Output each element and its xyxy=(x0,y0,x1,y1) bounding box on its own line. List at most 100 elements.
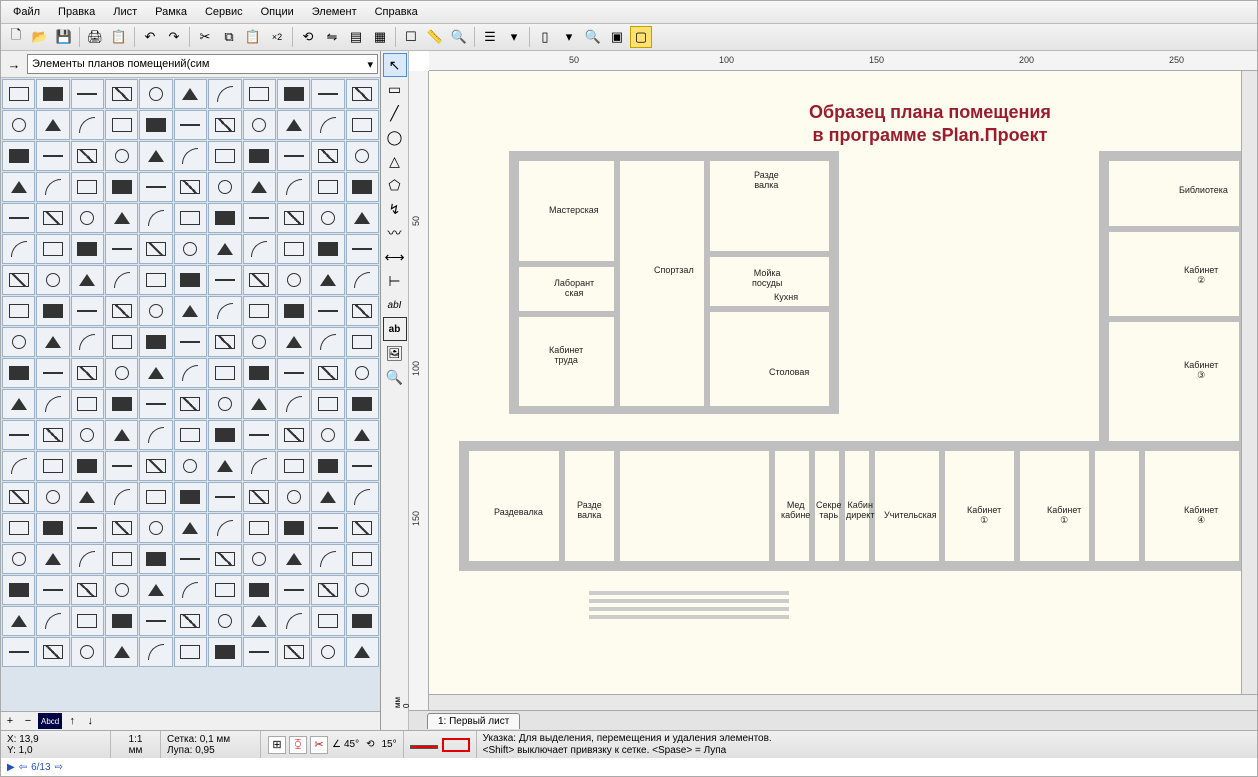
library-symbol[interactable] xyxy=(139,234,172,264)
cut-icon[interactable]: ✂ xyxy=(194,26,216,48)
library-symbol[interactable] xyxy=(208,420,241,450)
library-symbol[interactable] xyxy=(174,358,207,388)
library-symbol[interactable] xyxy=(346,296,379,326)
library-symbol[interactable] xyxy=(208,606,241,636)
library-symbol[interactable] xyxy=(346,451,379,481)
menu-frame[interactable]: Рамка xyxy=(147,3,195,21)
library-symbol[interactable] xyxy=(208,327,241,357)
library-symbol[interactable] xyxy=(311,606,344,636)
library-symbol[interactable] xyxy=(346,79,379,109)
redo-icon[interactable]: ↷ xyxy=(163,26,185,48)
library-symbol[interactable] xyxy=(36,606,69,636)
library-symbol[interactable] xyxy=(346,513,379,543)
ellipse-tool-icon[interactable]: ◯ xyxy=(383,125,407,149)
library-symbol[interactable] xyxy=(36,110,69,140)
library-symbol[interactable] xyxy=(208,544,241,574)
zoom-tool-icon[interactable]: 🔍 xyxy=(383,365,407,389)
library-symbol[interactable] xyxy=(174,265,207,295)
library-symbol[interactable] xyxy=(277,265,310,295)
library-symbol[interactable] xyxy=(311,482,344,512)
library-symbol[interactable] xyxy=(243,203,276,233)
library-symbol[interactable] xyxy=(2,141,35,171)
library-symbol[interactable] xyxy=(71,575,104,605)
library-symbol[interactable] xyxy=(71,637,104,667)
menu-help[interactable]: Справка xyxy=(367,3,426,21)
library-symbol[interactable] xyxy=(174,575,207,605)
library-symbol[interactable] xyxy=(2,296,35,326)
library-symbol[interactable] xyxy=(277,79,310,109)
fill-color-swatch[interactable] xyxy=(442,738,470,752)
library-symbol[interactable] xyxy=(311,575,344,605)
library-symbol[interactable] xyxy=(311,296,344,326)
drawing-canvas[interactable]: Образец плана помещения в программе sPla… xyxy=(429,71,1257,710)
library-symbol[interactable] xyxy=(243,172,276,202)
library-symbol[interactable] xyxy=(36,141,69,171)
library-symbol[interactable] xyxy=(277,172,310,202)
library-symbol[interactable] xyxy=(277,358,310,388)
library-symbol[interactable] xyxy=(36,172,69,202)
library-symbol[interactable] xyxy=(105,482,138,512)
library-symbol[interactable] xyxy=(277,327,310,357)
dup-icon[interactable]: ×2 xyxy=(266,26,288,48)
library-symbol[interactable] xyxy=(346,544,379,574)
library-symbol[interactable] xyxy=(243,110,276,140)
page-icon[interactable]: ▯ xyxy=(534,26,556,48)
bezier-tool-icon[interactable]: 〰 xyxy=(383,221,407,245)
text-ab-icon[interactable]: ab xyxy=(383,317,407,341)
library-symbol[interactable] xyxy=(346,110,379,140)
library-symbol[interactable] xyxy=(277,420,310,450)
library-symbol[interactable] xyxy=(105,141,138,171)
library-symbol[interactable] xyxy=(277,203,310,233)
library-symbol[interactable] xyxy=(277,110,310,140)
library-symbol[interactable] xyxy=(71,141,104,171)
library-symbol[interactable] xyxy=(71,172,104,202)
library-symbol[interactable] xyxy=(208,265,241,295)
library-symbol[interactable] xyxy=(243,265,276,295)
library-symbol[interactable] xyxy=(277,296,310,326)
lib-up-icon[interactable]: ↑ xyxy=(64,713,80,729)
print-icon[interactable]: 🖨 xyxy=(84,26,106,48)
library-symbol[interactable] xyxy=(2,358,35,388)
library-symbol[interactable] xyxy=(208,358,241,388)
library-symbol[interactable] xyxy=(311,141,344,171)
library-symbol[interactable] xyxy=(208,482,241,512)
library-symbol[interactable] xyxy=(2,544,35,574)
mirror-icon[interactable]: ⇋ xyxy=(321,26,343,48)
library-symbol[interactable] xyxy=(208,296,241,326)
library-symbol[interactable] xyxy=(139,265,172,295)
library-symbol[interactable] xyxy=(346,389,379,419)
library-symbol[interactable] xyxy=(105,575,138,605)
library-symbol[interactable] xyxy=(174,606,207,636)
library-symbol[interactable] xyxy=(208,79,241,109)
library-symbol[interactable] xyxy=(208,637,241,667)
library-symbol[interactable] xyxy=(2,203,35,233)
menu-edit[interactable]: Правка xyxy=(50,3,103,21)
menu-element[interactable]: Элемент xyxy=(304,3,365,21)
magnify-icon[interactable]: 🔍 xyxy=(582,26,604,48)
library-symbol[interactable] xyxy=(139,420,172,450)
library-symbol[interactable] xyxy=(105,637,138,667)
library-symbol[interactable] xyxy=(174,637,207,667)
library-symbol[interactable] xyxy=(174,513,207,543)
library-symbol[interactable] xyxy=(71,265,104,295)
library-symbol[interactable] xyxy=(174,420,207,450)
library-combo[interactable]: Элементы планов помещений(сим ▾ xyxy=(27,54,378,74)
library-symbol[interactable] xyxy=(2,172,35,202)
library-symbol[interactable] xyxy=(71,358,104,388)
library-symbol[interactable] xyxy=(174,296,207,326)
menu-sheet[interactable]: Лист xyxy=(105,3,145,21)
library-symbol[interactable] xyxy=(243,544,276,574)
library-symbol[interactable] xyxy=(2,575,35,605)
grid-btn-icon[interactable]: ⊞ xyxy=(268,736,286,754)
image-tool-icon[interactable]: 🖼 xyxy=(383,341,407,365)
library-symbol[interactable] xyxy=(36,420,69,450)
library-symbol[interactable] xyxy=(243,141,276,171)
frame-highlight-icon[interactable]: ▢ xyxy=(630,26,652,48)
library-symbol[interactable] xyxy=(139,110,172,140)
dd1-icon[interactable]: ▾ xyxy=(503,26,525,48)
library-symbol[interactable] xyxy=(311,637,344,667)
library-symbol[interactable] xyxy=(243,513,276,543)
library-symbol[interactable] xyxy=(243,79,276,109)
lib-remove-icon[interactable]: − xyxy=(20,713,36,729)
library-symbol[interactable] xyxy=(243,482,276,512)
